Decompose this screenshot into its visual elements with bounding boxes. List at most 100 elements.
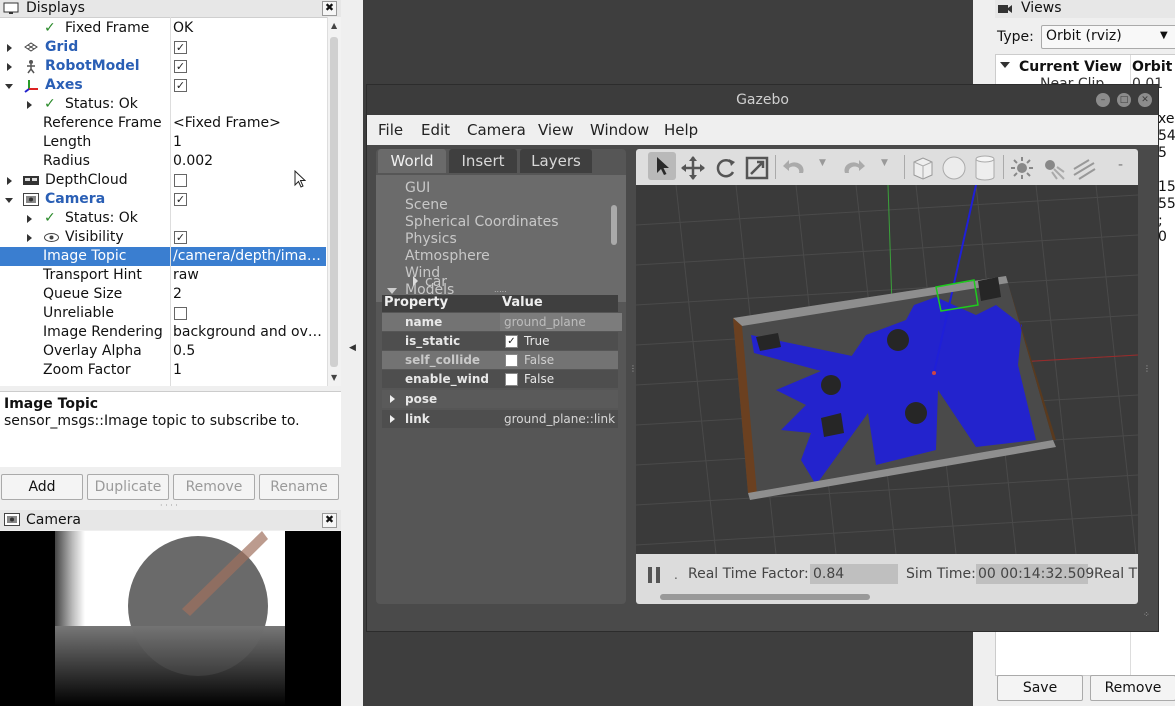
tree-row-image-topic[interactable]: Image Topic /camera/depth/ima… [0,247,326,266]
tab-insert[interactable]: Insert [449,149,517,173]
tree-row-grid[interactable]: Grid ✓ [0,38,326,57]
horizontal-scrollbar-thumb[interactable] [660,594,870,600]
gazebo-titlebar[interactable]: Gazebo – □ ✕ [367,85,1158,115]
view-type-select[interactable]: Orbit (rviz) ▼ [1041,25,1175,49]
rename-button[interactable]: Rename [259,474,339,500]
row-value[interactable]: 1 [173,133,323,152]
tree-row-overlay-alpha[interactable]: Overlay Alpha 0.5 [0,342,326,361]
remove-view-button[interactable]: Remove [1090,675,1175,701]
menu-edit[interactable]: Edit [421,121,450,139]
expand-arrow-icon[interactable] [390,415,395,423]
enable-checkbox[interactable] [174,174,187,187]
tree-row-camera[interactable]: Camera ✓ [0,190,326,209]
collapse-arrow-icon[interactable] [5,84,13,89]
tab-world[interactable]: World [378,149,446,173]
tree-item-physics[interactable]: Physics [405,231,655,247]
tree-row-unreliable[interactable]: Unreliable [0,304,326,323]
sphere-shape-icon[interactable] [941,155,967,181]
expand-arrow-icon[interactable] [7,177,12,185]
property-row-name[interactable]: name ground_plane [382,313,622,331]
expand-arrow-icon[interactable] [7,63,12,71]
is-static-checkbox[interactable]: ✓ [505,335,518,348]
property-row-self-collide[interactable]: self_collide False [382,351,618,369]
row-value[interactable]: 2 [173,285,323,304]
expand-arrow-icon[interactable] [27,215,32,223]
row-value[interactable]: 0.5 [173,342,323,361]
cylinder-shape-icon[interactable] [973,154,997,182]
tree-row-visibility[interactable]: Visibility ✓ [0,228,326,247]
tree-row-axes[interactable]: Axes ✓ [0,76,326,95]
rotate-icon[interactable] [712,155,738,181]
collapse-left-icon[interactable]: ◀ [349,343,356,353]
expand-arrow-icon[interactable] [390,395,395,403]
tree-item-gui[interactable]: GUI [405,180,655,196]
tree-scrollbar-thumb[interactable] [611,205,617,245]
tab-layers[interactable]: Layers [520,149,592,173]
translate-icon[interactable] [680,155,706,181]
tree-row-reference-frame[interactable]: Reference Frame <Fixed Frame> [0,114,326,133]
tree-row-radius[interactable]: Radius 0.002 [0,152,326,171]
box-shape-icon[interactable] [911,155,935,181]
enable-checkbox[interactable]: ✓ [174,41,187,54]
tree-row-depthcloud[interactable]: DepthCloud [0,171,326,190]
collapse-arrow-icon[interactable] [1000,62,1010,68]
panel-splitter-handle[interactable]: ⋮ [1143,365,1151,373]
spot-light-icon[interactable] [1040,155,1066,181]
tree-row-queue-size[interactable]: Queue Size 2 [0,285,326,304]
row-value[interactable]: background and ov… [173,323,323,342]
row-value[interactable]: /camera/depth/ima… [173,247,323,266]
scene-view[interactable]: ▼ ▼ - . Real Time Factor: 0.84 Sim Time:… [636,149,1138,604]
close-icon[interactable]: ✕ [1138,93,1152,107]
maximize-icon[interactable]: □ [1117,93,1131,107]
expand-arrow-icon[interactable] [27,101,32,109]
enable-checkbox[interactable]: ✓ [174,60,187,73]
menu-file[interactable]: File [378,121,403,139]
tree-item-spherical-coordinates[interactable]: Spherical Coordinates [405,214,655,230]
property-row-is-static[interactable]: is_static ✓ True [382,332,618,350]
tree-item-scene[interactable]: Scene [405,197,655,213]
collapse-arrow-icon[interactable] [387,288,397,294]
resize-grip-icon[interactable]: ⁘ [1143,610,1150,619]
duplicate-button[interactable]: Duplicate [87,474,169,500]
collapse-arrow-icon[interactable] [5,198,13,203]
add-button[interactable]: Add [1,474,83,500]
property-row-link[interactable]: link ground_plane::link [382,410,618,428]
menu-window[interactable]: Window [590,121,649,139]
tree-row-transport-hint[interactable]: Transport Hint raw [0,266,326,285]
pause-icon-bar[interactable] [648,567,652,583]
scale-icon[interactable] [744,155,770,181]
tree-row-axes-status[interactable]: ✓ Status: Ok [0,95,326,114]
splitter-handle[interactable]: · · · · [160,501,178,510]
close-icon[interactable]: ✖ [322,513,337,528]
minimize-icon[interactable]: – [1096,93,1110,107]
directional-light-icon[interactable] [1071,155,1097,181]
scroll-down-icon[interactable]: ▼ [331,373,337,382]
redo-icon[interactable] [841,156,867,178]
menu-camera[interactable]: Camera [467,121,526,139]
save-view-button[interactable]: Save [997,675,1083,701]
point-light-icon[interactable] [1009,155,1035,181]
undo-icon[interactable] [781,156,807,178]
self-collide-checkbox[interactable] [505,354,518,367]
row-value[interactable]: 0.002 [173,152,323,171]
tree-row-camera-status[interactable]: ✓ Status: Ok [0,209,326,228]
tree-row-image-rendering[interactable]: Image Rendering background and ov… [0,323,326,342]
tree-row-zoom-factor[interactable]: Zoom Factor 1 [0,361,326,380]
enable-checkbox[interactable]: ✓ [174,193,187,206]
pause-icon[interactable] [656,567,660,583]
scrollbar-thumb[interactable] [330,37,338,367]
close-icon[interactable]: ✖ [322,1,337,16]
property-row-enable-wind[interactable]: enable_wind False [382,370,618,388]
remove-button[interactable]: Remove [173,474,255,500]
select-mode-button[interactable] [648,152,676,180]
expand-arrow-icon[interactable] [7,44,12,52]
unreliable-checkbox[interactable] [174,307,187,320]
row-value[interactable]: raw [173,266,323,285]
property-row-pose[interactable]: pose [382,390,618,408]
enable-checkbox[interactable]: ✓ [174,79,187,92]
tree-item-atmosphere[interactable]: Atmosphere [405,248,655,264]
displays-scrollbar[interactable]: ▲ ▼ [327,17,341,386]
row-value[interactable]: <Fixed Frame> [173,114,323,133]
chevron-down-icon[interactable]: ▼ [819,158,826,168]
tree-row-robotmodel[interactable]: RobotModel ✓ [0,57,326,76]
